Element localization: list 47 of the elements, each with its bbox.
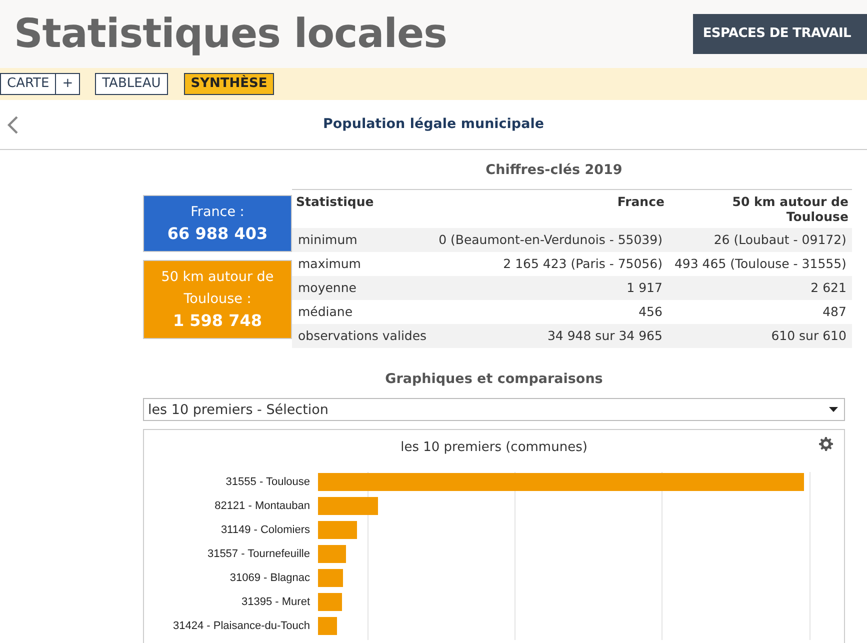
caret-icon: [829, 407, 838, 412]
chart-title: les 10 premiers (communes): [400, 440, 588, 456]
table-cell: 0 (Beaumont-en-Verdunois - 55039): [432, 228, 668, 252]
table-cell: 487: [668, 300, 852, 324]
table-cell: observations valides: [292, 324, 433, 348]
tab[interactable]: TABLEAU: [95, 73, 168, 95]
table-cell: 610 sur 610: [668, 324, 852, 348]
back-icon[interactable]: [6, 115, 20, 136]
table-cell: 456: [432, 300, 668, 324]
bar: [318, 496, 378, 515]
tab[interactable]: CARTE: [0, 73, 56, 95]
table-cell: 2 621: [668, 276, 852, 300]
table-cell: médiane: [292, 300, 433, 324]
bar-label: 31395 - Muret: [242, 596, 310, 608]
table-cell: 34 948 sur 34 965: [432, 324, 668, 348]
bar-label: 31557 - Tournefeuille: [207, 548, 310, 560]
column-header: France: [432, 190, 668, 228]
bar: [318, 520, 357, 539]
tab[interactable]: SYNTHÈSE: [184, 73, 274, 95]
bar-label: 31424 - Plaisance-du-Touch: [173, 620, 310, 632]
bar: [318, 616, 337, 635]
column-header: 50 km autour de Toulouse: [668, 190, 852, 228]
tab[interactable]: +: [56, 73, 80, 95]
summary-box: France : 66 988 403: [143, 195, 292, 252]
workspaces-button[interactable]: ESPACES DE TRAVAIL: [692, 14, 867, 54]
page-title: Statistiques locales: [14, 14, 447, 54]
chart-select[interactable]: les 10 premiers - Sélection: [143, 398, 845, 422]
section-heading: Graphiques et comparaisons: [384, 371, 604, 388]
bar: [318, 592, 342, 611]
table-cell: 1 917: [432, 276, 668, 300]
table-cell: moyenne: [292, 276, 433, 300]
bar: [318, 568, 343, 587]
table-cell: maximum: [292, 252, 433, 276]
summary-box: 50 km autour de Toulouse : 1 598 748: [143, 260, 292, 340]
bar-label: 31555 - Toulouse: [226, 476, 310, 488]
bar-label: 31069 - Blagnac: [230, 572, 310, 584]
table-cell: minimum: [292, 228, 433, 252]
column-header: Statistique: [292, 190, 433, 228]
section-heading: Chiffres-clés 2019: [484, 162, 624, 178]
settings-icon[interactable]: [819, 437, 833, 452]
bar: [318, 544, 346, 563]
table-cell: 493 465 (Toulouse - 31555): [668, 252, 852, 276]
table-cell: 26 (Loubaut - 09172): [668, 228, 852, 252]
bar-label: 31149 - Colomiers: [220, 524, 310, 536]
bar-label: 82121 - Montauban: [214, 500, 310, 512]
section-title: Population légale municipale: [323, 116, 544, 133]
table-cell: 2 165 423 (Paris - 75056): [432, 252, 668, 276]
